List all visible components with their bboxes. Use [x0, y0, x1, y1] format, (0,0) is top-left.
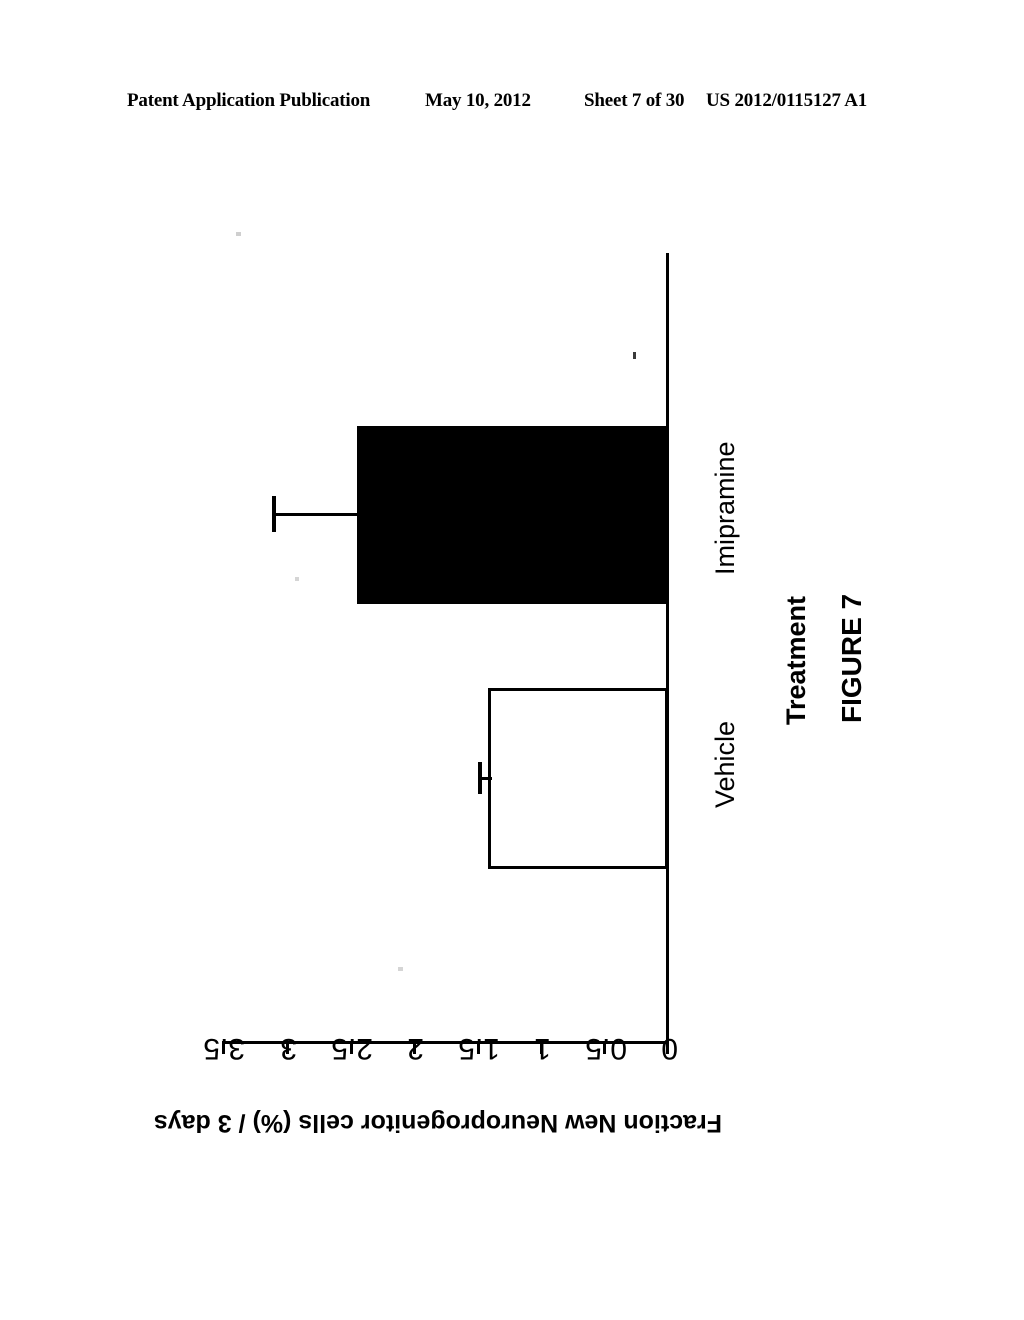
category-label-imipramine: Imipramine	[710, 441, 740, 575]
bar-imipramine	[357, 426, 668, 604]
tick-label-0-5: 0.5	[585, 1032, 627, 1065]
tick-label-3: 3	[280, 1032, 297, 1065]
tick-label-0: 0	[661, 1032, 678, 1065]
scan-artifact	[295, 577, 299, 581]
tick-label-2-5: 2.5	[331, 1032, 373, 1065]
tick-label-3-5: 3.5	[203, 1032, 245, 1065]
error-bar-cap-vehicle	[478, 762, 482, 794]
error-bar-imipramine	[273, 513, 359, 516]
figure-caption: FIGURE 7	[836, 593, 867, 723]
bar-vehicle	[488, 688, 668, 869]
scan-artifact	[633, 352, 636, 359]
tick-label-1-5: 1.5	[458, 1032, 500, 1065]
scan-artifact	[236, 232, 241, 236]
figure-7-chart: 3.5 3 2.5 2 1.5 1 0.5 0 Fraction New Neu…	[0, 0, 1024, 1320]
error-bar-cap-imipramine	[272, 496, 276, 532]
tick-label-2: 2	[407, 1032, 424, 1065]
scan-artifact	[398, 967, 403, 971]
category-axis-line	[666, 253, 669, 1043]
category-axis-title: Treatment	[781, 595, 811, 725]
category-label-vehicle: Vehicle	[710, 720, 740, 808]
tick-label-1: 1	[534, 1032, 551, 1065]
value-axis-title: Fraction New Neuroprogenitor cells (%) /…	[153, 1109, 722, 1137]
